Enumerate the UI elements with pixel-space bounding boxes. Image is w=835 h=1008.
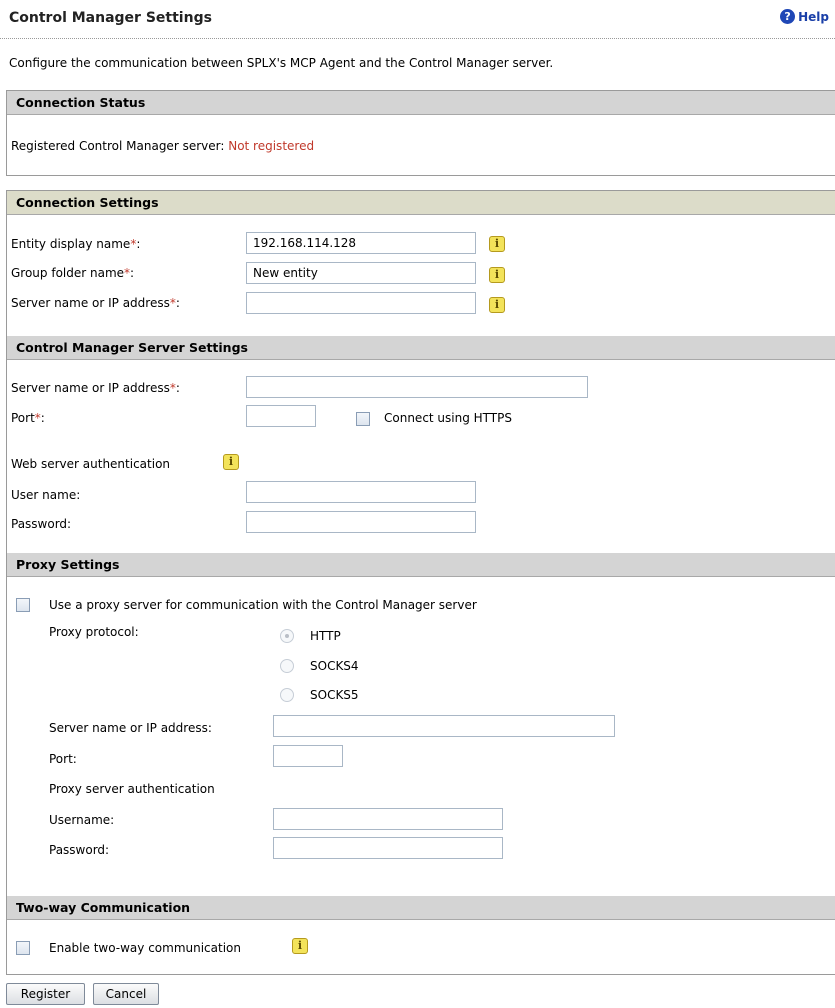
radio-http[interactable]: [280, 629, 294, 643]
conn-server-label: Server name or IP address*:: [11, 296, 180, 310]
proxy-port-input[interactable]: [273, 745, 343, 767]
info-icon[interactable]: i: [489, 297, 505, 313]
cm-password-input[interactable]: [246, 511, 476, 533]
conn-server-input[interactable]: [246, 292, 476, 314]
help-link[interactable]: ? Help: [780, 9, 829, 24]
page-title: Control Manager Settings: [9, 10, 212, 26]
proxy-heading: Proxy Settings: [7, 553, 835, 577]
group-folder-label: Group folder name*:: [11, 266, 135, 280]
cancel-button[interactable]: Cancel: [93, 983, 159, 1005]
proxy-port-label: Port:: [49, 752, 77, 766]
proxy-auth-label: Proxy server authentication: [49, 782, 215, 796]
radio-socks4-label: SOCKS4: [310, 659, 359, 673]
proxy-username-input[interactable]: [273, 808, 503, 830]
connection-status-heading: Connection Status: [7, 91, 835, 115]
cm-password-label: Password:: [11, 517, 72, 531]
radio-socks4[interactable]: [280, 659, 294, 673]
use-proxy-label: Use a proxy server for communication wit…: [49, 598, 477, 612]
proxy-password-input[interactable]: [273, 837, 503, 859]
group-folder-input[interactable]: [246, 262, 476, 284]
page-description: Configure the communication between SPLX…: [9, 56, 554, 70]
https-label: Connect using HTTPS: [384, 411, 512, 425]
radio-socks5[interactable]: [280, 688, 294, 702]
registered-server-label: Registered Control Manager server:: [11, 139, 225, 153]
proxy-server-input[interactable]: [273, 715, 615, 737]
two-way-heading: Two-way Communication: [7, 896, 835, 920]
info-icon[interactable]: i: [223, 454, 239, 470]
cm-user-input[interactable]: [246, 481, 476, 503]
header-divider: [0, 38, 835, 39]
two-way-label: Enable two-way communication: [49, 941, 241, 955]
cm-server-input[interactable]: [246, 376, 588, 398]
web-auth-label: Web server authentication: [11, 457, 171, 471]
register-button[interactable]: Register: [6, 983, 85, 1005]
https-checkbox[interactable]: [356, 412, 370, 426]
cm-user-label: User name:: [11, 488, 81, 502]
two-way-checkbox[interactable]: [16, 941, 30, 955]
proxy-username-label: Username:: [49, 813, 115, 827]
use-proxy-checkbox[interactable]: [16, 598, 30, 612]
cm-port-label: Port*:: [11, 411, 45, 425]
help-label: Help: [798, 9, 829, 24]
info-icon[interactable]: i: [489, 267, 505, 283]
entity-name-label: Entity display name*:: [11, 237, 141, 251]
cm-server-label: Server name or IP address*:: [11, 381, 180, 395]
settings-panel: Connection Settings Entity display name*…: [6, 190, 835, 975]
entity-name-input[interactable]: [246, 232, 476, 254]
proxy-password-label: Password:: [49, 843, 110, 857]
cm-server-heading: Control Manager Server Settings: [7, 336, 835, 360]
question-icon: ?: [780, 9, 796, 24]
info-icon[interactable]: i: [489, 236, 505, 252]
proxy-server-label: Server name or IP address:: [49, 721, 212, 735]
radio-socks5-label: SOCKS5: [310, 688, 359, 702]
info-icon[interactable]: i: [292, 938, 308, 954]
connection-settings-heading: Connection Settings: [7, 191, 835, 215]
registered-server-status: Not registered: [228, 139, 315, 153]
connection-status-panel: Connection Status Registered Control Man…: [6, 90, 835, 176]
cm-port-input[interactable]: [246, 405, 316, 427]
proxy-protocol-label: Proxy protocol:: [49, 625, 139, 639]
registered-server-row: Registered Control Manager server: Not r…: [11, 139, 314, 153]
radio-http-label: HTTP: [310, 629, 341, 643]
